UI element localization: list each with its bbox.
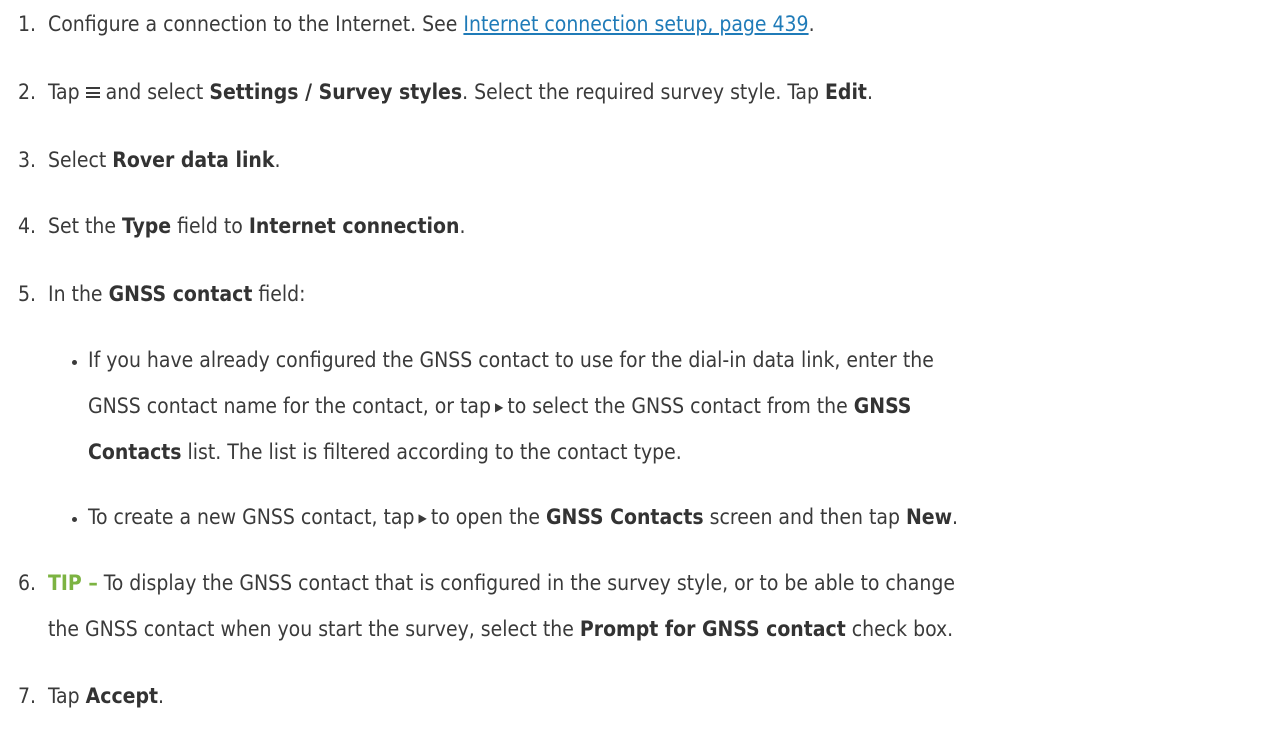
- menu-icon: [85, 87, 100, 98]
- bullet-text: If you have already configured the GNSS …: [88, 348, 934, 372]
- bullet-continuation: GNSS contact name for the contact, or ta…: [88, 394, 912, 418]
- step-text: Select Rover data link.: [48, 148, 281, 172]
- arrow-right-icon[interactable]: ▶: [495, 400, 503, 414]
- step-text: the GNSS contact when you start the surv…: [48, 617, 954, 641]
- internet-connection-setup-link[interactable]: Internet connection setup, page 439: [463, 12, 808, 36]
- bullet-dot: [72, 517, 77, 522]
- step-text: Set the Type field to Internet connectio…: [48, 214, 466, 238]
- step-text: Tap Accept.: [48, 684, 165, 708]
- bullet-dot: [72, 360, 77, 365]
- step-text: TIP – To display the GNSS contact that i…: [48, 571, 955, 595]
- instruction-page: 1. Configure a connection to the Interne…: [0, 0, 1273, 738]
- step-text: Tap and select Settings / Survey styles. …: [48, 80, 873, 104]
- bullet-text: To create a new GNSS contact, tap ▶ to ope…: [88, 505, 959, 529]
- tip-label: TIP –: [48, 571, 98, 595]
- bullet-continuation: Contacts list. The list is filtered acco…: [88, 440, 682, 464]
- step-text: Configure a connection to the Internet. …: [48, 12, 815, 36]
- arrow-right-icon[interactable]: ▶: [419, 511, 427, 525]
- step-text: In the GNSS contact field:: [48, 282, 306, 306]
